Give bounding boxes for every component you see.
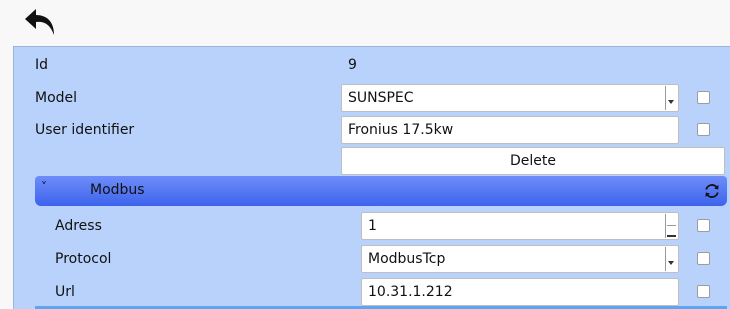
url-input[interactable]: 10.31.1.212 xyxy=(361,278,679,306)
adress-checkbox[interactable] xyxy=(697,219,710,232)
protocol-select[interactable]: ModbusTcp xyxy=(361,245,679,273)
model-checkbox[interactable] xyxy=(697,91,710,104)
delete-button[interactable]: Delete xyxy=(341,147,725,175)
model-select[interactable]: SUNSPEC xyxy=(341,84,679,112)
id-label: Id xyxy=(35,57,49,73)
protocol-checkbox[interactable] xyxy=(697,252,710,265)
id-value: 9 xyxy=(348,57,357,73)
url-label: Url xyxy=(55,284,75,300)
protocol-label: Protocol xyxy=(55,251,112,267)
chevron-down-icon[interactable] xyxy=(665,247,677,271)
toolbar xyxy=(0,0,730,46)
protocol-select-value: ModbusTcp xyxy=(368,251,446,267)
adress-label: Adress xyxy=(55,218,102,234)
section-title: Modbus xyxy=(90,182,145,198)
chevron-down-icon[interactable] xyxy=(665,86,677,110)
chevron-down-icon[interactable]: ˅ xyxy=(41,180,47,194)
user-identifier-checkbox[interactable] xyxy=(697,123,710,136)
model-label: Model xyxy=(35,90,78,106)
url-checkbox[interactable] xyxy=(697,285,710,298)
adress-spinbox[interactable]: 1 xyxy=(361,212,679,240)
modbus-section-header[interactable]: ˅ Modbus xyxy=(35,176,727,206)
user-identifier-input[interactable]: Fronius 17.5kw xyxy=(341,116,679,144)
undo-arrow-icon xyxy=(25,9,54,35)
adress-value: 1 xyxy=(368,218,377,234)
user-identifier-label: User identifier xyxy=(35,122,135,138)
refresh-icon[interactable] xyxy=(703,182,721,200)
back-button[interactable] xyxy=(22,5,62,41)
model-select-value: SUNSPEC xyxy=(348,90,414,106)
spinner-arrows-icon[interactable] xyxy=(665,214,677,238)
